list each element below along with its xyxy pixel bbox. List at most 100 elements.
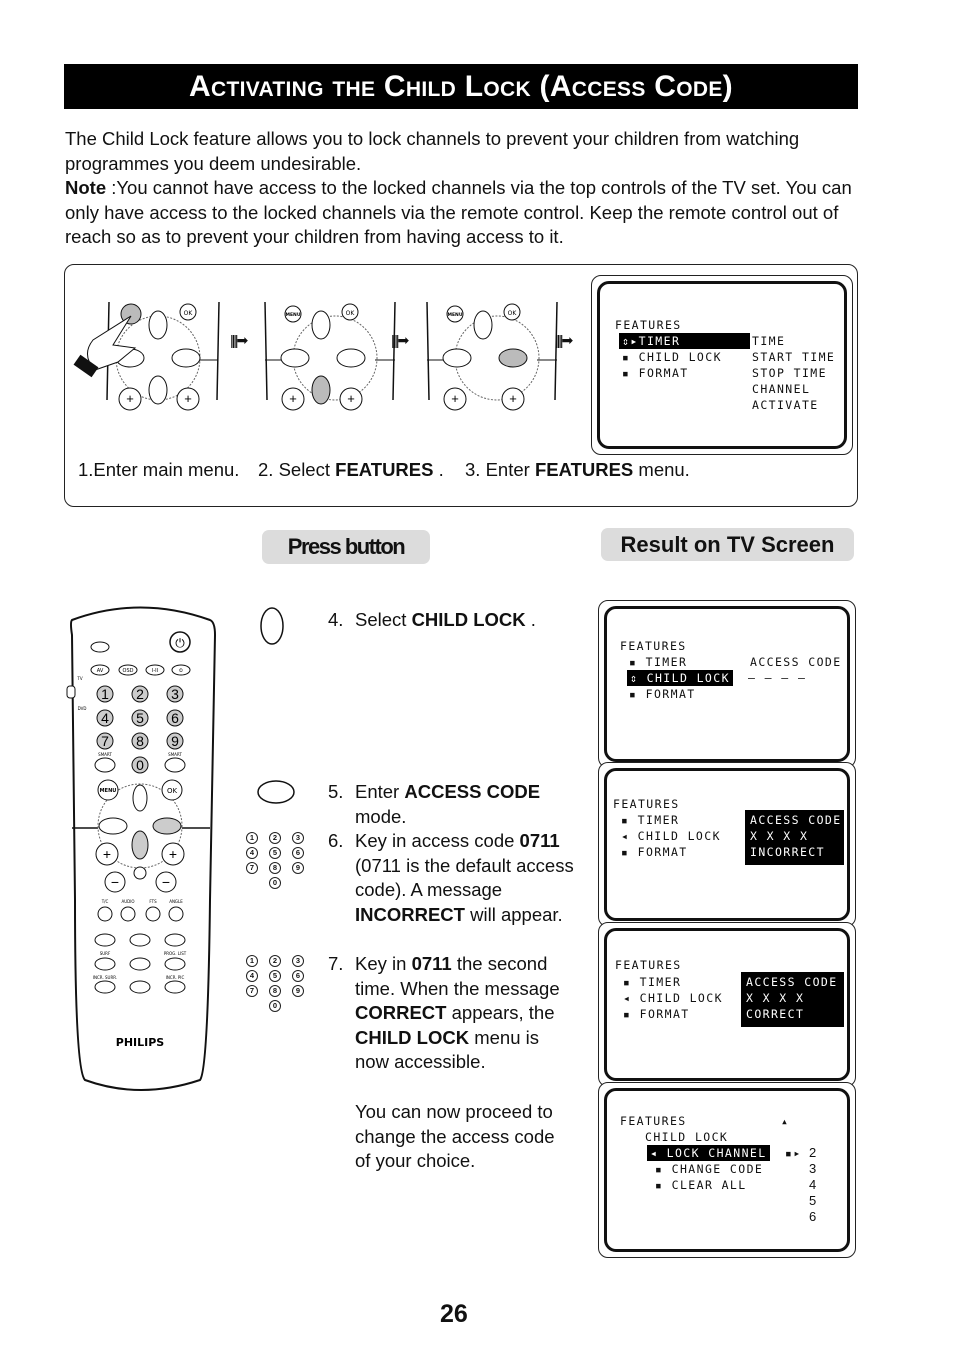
svg-text:OSD: OSD <box>123 668 134 674</box>
svg-text:SMART: SMART <box>98 752 112 757</box>
arrow-icon: ||||➡ <box>555 332 573 348</box>
svg-text:T/C: T/C <box>101 899 109 904</box>
svg-text:INCR. SURR.: INCR. SURR. <box>93 975 117 980</box>
svg-text:INCR. PIC: INCR. PIC <box>166 975 185 980</box>
osd-title: FEATURES <box>615 318 682 332</box>
philips-logo: PHILIPS <box>116 1036 165 1049</box>
tv-screen-features-menu: FEATURES ⇕▸TIMER ▪ CHILD LOCK ▪ FORMAT T… <box>591 275 853 455</box>
osd-submenu: TIME START TIME STOP TIME CHANNEL ACTIVA… <box>752 334 836 412</box>
tv-screen-access-correct: FEATURES ▪ TIMER ◂ CHILD LOCK ▪ FORMAT A… <box>598 922 856 1087</box>
svg-text:OK: OK <box>508 310 518 317</box>
intro-paragraph: The Child Lock feature allows you to loc… <box>65 128 800 174</box>
remote-nav-press-right-illustration: MENU OK + + <box>426 301 558 411</box>
osd-item-timer: ⇕▸TIMER <box>619 333 750 349</box>
svg-text:SMART: SMART <box>168 752 182 757</box>
osd-subtitle: CHILD LOCK <box>645 1130 729 1144</box>
osd-title: FEATURES <box>615 958 682 972</box>
right-button-icon <box>257 780 295 804</box>
svg-text:ANGLE: ANGLE <box>169 899 183 904</box>
tv-screen-child-lock-menu: FEATURES ▴ CHILD LOCK ◂ LOCK CHANNEL ▪▸ … <box>598 1082 856 1258</box>
osd-item: ◂ CHILD LOCK <box>623 991 723 1005</box>
page-title: Activating the Child Lock (Access Code) <box>189 69 733 103</box>
svg-text:+: + <box>347 391 355 406</box>
svg-text:5: 5 <box>136 710 144 726</box>
svg-text:I-II: I-II <box>152 668 158 674</box>
osd-item-format: ▪ FORMAT <box>622 366 689 380</box>
osd-title: FEATURES <box>613 797 680 811</box>
remote-nav-press-down-illustration: MENU OK + + <box>264 301 396 411</box>
svg-text:9: 9 <box>171 733 179 749</box>
step-caption-2: 2. Select FEATURES . <box>258 459 444 480</box>
svg-text:3: 3 <box>171 686 179 702</box>
osd-access-code-correct: ACCESS CODE X X X X CORRECT <box>741 972 844 1027</box>
osd-item: ▪ CHANGE CODE <box>655 1162 764 1176</box>
svg-text:TV: TV <box>76 676 82 681</box>
svg-text:⏲: ⏲ <box>179 668 183 674</box>
numeric-keypad-icon-1: 123 456 789 0 <box>246 832 305 889</box>
svg-text:0: 0 <box>136 757 144 773</box>
svg-text:FTS: FTS <box>149 899 157 904</box>
osd-item: ◂ CHILD LOCK <box>621 829 721 843</box>
svg-text:⏻: ⏻ <box>175 636 185 650</box>
numeric-keypad-icon-2: 123 456 789 0 <box>246 955 305 1012</box>
page-number: 26 <box>440 1300 468 1328</box>
step-caption-1: 1.Enter main menu. <box>78 459 240 480</box>
arrow-icon: ||||➡ <box>230 332 248 348</box>
tv-screen-child-lock-selected: FEATURES ▪ TIMER ⇕ CHILD LOCK ▪ FORMAT A… <box>598 600 856 768</box>
svg-text:SURF: SURF <box>100 951 111 956</box>
svg-text:DVD: DVD <box>78 706 87 711</box>
svg-text:1: 1 <box>101 686 109 702</box>
note-text: :You cannot have access to the locked ch… <box>65 177 852 247</box>
osd-item: ▪ TIMER <box>623 975 682 989</box>
osd-item: ▪ FORMAT <box>623 1007 690 1021</box>
step-caption-3: 3. Enter FEATURES menu. <box>465 459 690 480</box>
up-button-icon <box>260 607 284 645</box>
svg-text:4: 4 <box>101 710 109 726</box>
svg-text:6: 6 <box>171 710 179 726</box>
osd-item-selected: ◂ LOCK CHANNEL <box>647 1145 770 1161</box>
osd-access-code-incorrect: ACCESS CODE X X X X INCORRECT <box>745 810 844 865</box>
svg-text:+: + <box>289 391 297 406</box>
svg-text:+: + <box>103 846 111 862</box>
svg-text:OK: OK <box>184 310 194 317</box>
intro-text: The Child Lock feature allows you to loc… <box>65 127 855 250</box>
svg-text:OK: OK <box>167 787 178 795</box>
remote-nav-press-menu-illustration: OK + + <box>73 301 220 411</box>
osd-title: FEATURES <box>620 1114 687 1128</box>
svg-text:MENU: MENU <box>286 312 301 318</box>
osd-title: FEATURES <box>620 639 687 653</box>
steps-1-3-box: OK + + ||||➡ MENU OK + + ||||➡ MENU OK +… <box>64 264 858 507</box>
svg-text:+: + <box>451 391 459 406</box>
svg-text:+: + <box>126 391 134 406</box>
channel-list: 2 3 4 5 6 <box>809 1145 818 1224</box>
scroll-up-icon: ▴ <box>781 1114 790 1128</box>
osd-item: ▪ CLEAR ALL <box>655 1178 747 1192</box>
svg-text:8: 8 <box>136 733 144 749</box>
arrow-icon: ||||➡ <box>391 332 409 348</box>
osd-item: ▪ FORMAT <box>621 845 688 859</box>
osd-item: ▪ FORMAT <box>629 687 696 701</box>
osd-item-child-lock: ▪ CHILD LOCK <box>622 350 722 364</box>
osd-access-code-label: ACCESS CODE <box>750 655 842 669</box>
result-on-tv-label: Result on TV Screen <box>601 528 854 561</box>
svg-text:AUDIO: AUDIO <box>121 899 134 904</box>
osd-item-selected: ⇕ CHILD LOCK <box>627 670 733 686</box>
press-button-label: Press button <box>262 530 430 564</box>
svg-text:2: 2 <box>136 686 144 702</box>
svg-text:−: − <box>162 874 170 890</box>
svg-text:+: + <box>184 391 192 406</box>
tv-screen-access-incorrect: FEATURES ▪ TIMER ◂ CHILD LOCK ▪ FORMAT A… <box>598 762 856 927</box>
page-title-bar: Activating the Child Lock (Access Code) <box>64 64 858 109</box>
svg-text:+: + <box>509 391 517 406</box>
arrow-right-icon: ▪▸ <box>785 1146 802 1160</box>
osd-access-code-placeholder: — — — — <box>748 671 807 685</box>
svg-text:OK: OK <box>346 310 356 317</box>
note-label: Note <box>65 177 107 198</box>
svg-text:+: + <box>169 846 177 862</box>
remote-control-illustration: ⏻ AV OSD I-II ⏲ TVDVD 1 2 3 4 5 6 7 8 9 … <box>66 606 217 1091</box>
osd-item: ▪ TIMER <box>621 813 680 827</box>
svg-text:MENU: MENU <box>448 312 463 318</box>
svg-text:AV: AV <box>97 668 104 674</box>
svg-text:MENU: MENU <box>100 788 117 794</box>
svg-text:7: 7 <box>101 733 109 749</box>
